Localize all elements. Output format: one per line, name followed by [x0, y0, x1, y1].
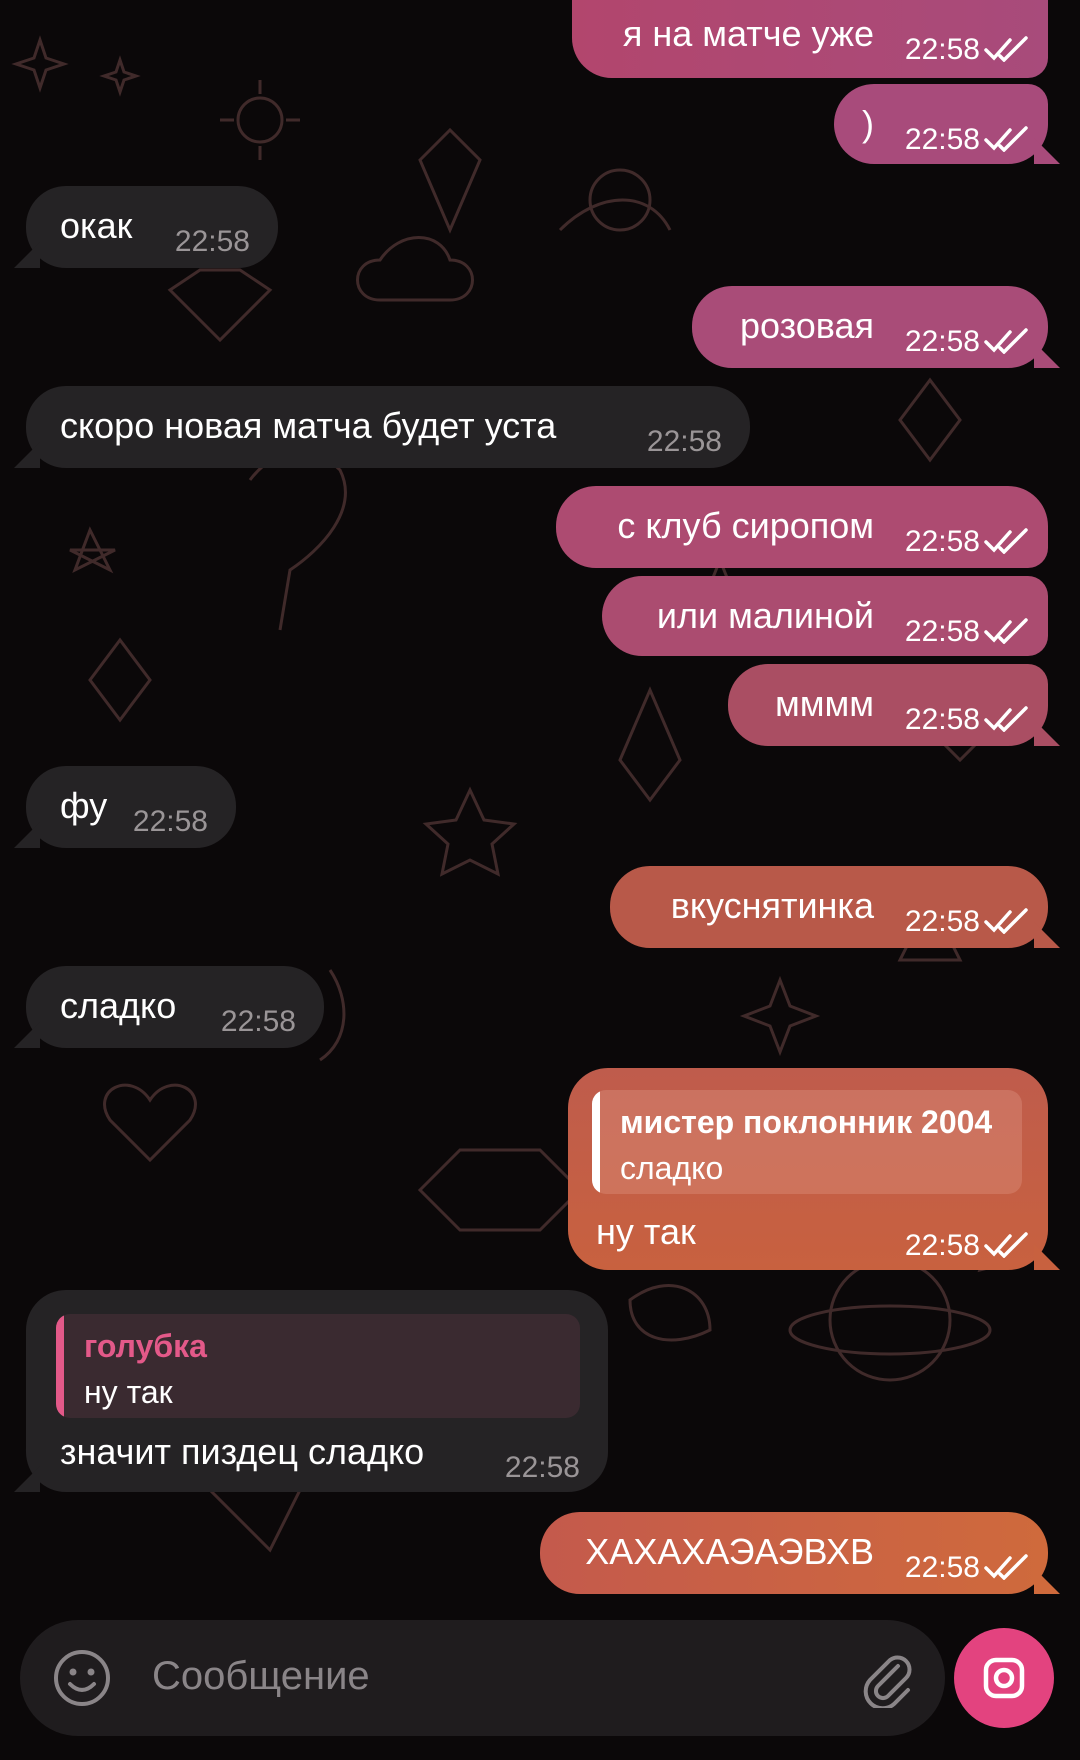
message-time: 22:58: [504, 1451, 580, 1484]
incoming-message[interactable]: сладко 22:58: [14, 966, 324, 1048]
outgoing-message[interactable]: ХАХАХАЭАЭВХВ 22:58: [540, 1512, 1060, 1594]
camera-icon: [983, 1657, 1025, 1699]
message-time: 22:58: [904, 615, 980, 648]
double-check-icon: [984, 328, 1028, 354]
message-text: ): [862, 103, 874, 144]
message-text: фу: [60, 785, 108, 826]
outgoing-message[interactable]: с клуб сиропом 22:58: [556, 486, 1048, 568]
message-text: значит пиздец сладко: [60, 1431, 425, 1472]
outgoing-message[interactable]: розовая 22:58: [692, 286, 1060, 368]
message-time: 22:58: [904, 1551, 980, 1584]
outgoing-message[interactable]: мммм 22:58: [728, 664, 1060, 746]
message-text: я на матче уже: [622, 13, 874, 54]
message-time: 22:58: [220, 1005, 296, 1038]
double-check-icon: [984, 618, 1028, 644]
message-time: 22:58: [904, 525, 980, 558]
reply-accent-bar: [56, 1314, 64, 1418]
message-time: 22:58: [904, 325, 980, 358]
double-check-icon: [984, 36, 1028, 62]
message-text: скоро новая матча будет уста: [60, 405, 557, 446]
double-check-icon: [984, 528, 1028, 554]
incoming-message[interactable]: фу 22:58: [14, 766, 236, 848]
outgoing-message[interactable]: или малиной 22:58: [602, 576, 1048, 656]
double-check-icon: [984, 706, 1028, 732]
reply-text: сладко: [620, 1150, 724, 1186]
message-time: 22:58: [646, 425, 722, 458]
incoming-reply-message[interactable]: голубка ну так значит пиздец сладко 22:5…: [14, 1290, 608, 1492]
quoted-message[interactable]: голубка ну так: [56, 1314, 580, 1418]
reply-author: голубка: [84, 1328, 207, 1364]
message-time: 22:58: [904, 123, 980, 156]
message-composer: Сообщение: [20, 1620, 945, 1736]
double-check-icon: [984, 1232, 1028, 1258]
message-text: ХАХАХАЭАЭВХВ: [585, 1531, 874, 1572]
reply-text: ну так: [84, 1374, 173, 1410]
double-check-icon: [984, 126, 1028, 152]
message-text: сладко: [60, 985, 177, 1026]
message-text: или малиной: [656, 595, 874, 636]
message-time: 22:58: [132, 805, 208, 838]
double-check-icon: [984, 908, 1028, 934]
message-text: ну так: [596, 1211, 696, 1252]
quoted-message[interactable]: мистер поклонник 2004 сладко: [592, 1090, 1022, 1194]
outgoing-message[interactable]: вкуснятинка 22:58: [610, 866, 1060, 948]
message-text: вкуснятинка: [670, 885, 874, 926]
message-time: 22:58: [904, 703, 980, 736]
incoming-message[interactable]: окак 22:58: [14, 186, 278, 268]
message-time: 22:58: [904, 1229, 980, 1262]
message-text: розовая: [740, 305, 874, 346]
message-text: окак: [60, 205, 133, 246]
double-check-icon: [984, 1554, 1028, 1580]
outgoing-message[interactable]: ) 22:58: [834, 84, 1060, 164]
camera-button[interactable]: [954, 1628, 1054, 1728]
reply-accent-bar: [592, 1090, 600, 1194]
incoming-message[interactable]: скоро новая матча будет уста 22:58: [14, 386, 750, 468]
message-text: мммм: [775, 683, 874, 724]
outgoing-message[interactable]: я на матче уже 22:58: [572, 0, 1048, 78]
reply-author: мистер поклонник 2004: [620, 1104, 993, 1140]
smile-icon[interactable]: [52, 1648, 112, 1708]
paperclip-icon[interactable]: [858, 1648, 918, 1708]
message-time: 22:58: [174, 225, 250, 258]
message-text: с клуб сиропом: [617, 505, 874, 546]
outgoing-reply-message[interactable]: мистер поклонник 2004 сладко ну так 22:5…: [568, 1068, 1060, 1270]
message-input[interactable]: Сообщение: [152, 1654, 370, 1699]
message-time: 22:58: [904, 33, 980, 66]
message-time: 22:58: [904, 905, 980, 938]
